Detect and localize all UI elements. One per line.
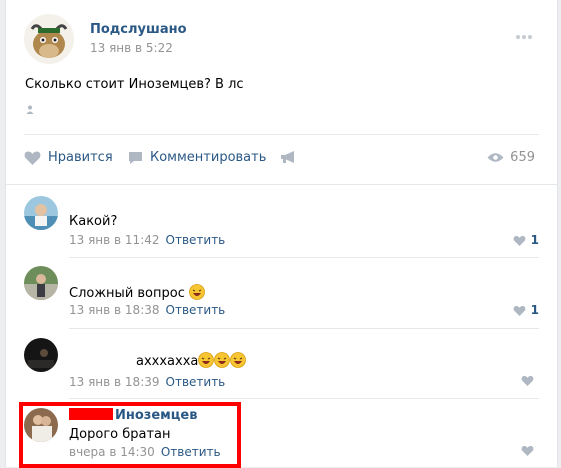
- comment-avatar[interactable]: [24, 266, 58, 300]
- comment-like-button[interactable]: 1: [513, 233, 539, 247]
- laughing-emoji-icon: [198, 352, 215, 368]
- comment-item: ахххахха 13 янв в 18:39 Ответить: [24, 338, 539, 390]
- comment-meta: 13 янв в 18:38 Ответить: [69, 303, 225, 317]
- comment-icon: [129, 151, 142, 164]
- comment-date[interactable]: 13 янв в 11:42: [69, 233, 160, 247]
- heart-icon: [521, 376, 534, 386]
- comment-meta: 13 янв в 11:42 Ответить: [69, 233, 225, 247]
- eye-icon: [487, 153, 504, 162]
- comment-text: Сложный вопрос: [69, 286, 185, 301]
- comment-avatar[interactable]: [24, 196, 58, 230]
- share-button[interactable]: [280, 150, 304, 164]
- laughing-emoji-icon: [214, 352, 231, 368]
- divider: [24, 134, 539, 135]
- like-label: Нравится: [48, 150, 113, 165]
- comment-text: Какой?: [69, 214, 118, 229]
- user-icon: [26, 103, 34, 118]
- post-author[interactable]: Подслушано: [90, 22, 187, 37]
- comment-item: Какой? 13 янв в 11:42 Ответить 1: [24, 196, 539, 248]
- highlight-frame: [19, 402, 241, 468]
- heart-icon: [513, 305, 525, 316]
- reply-button[interactable]: Ответить: [166, 303, 226, 317]
- heart-icon: [24, 151, 41, 165]
- views-counter: 659: [487, 150, 535, 165]
- comment-like-button[interactable]: [521, 375, 539, 386]
- comment-item: Сложный вопрос 13 янв в 18:38 Ответить 1: [24, 266, 539, 318]
- comment-like-button[interactable]: 1: [513, 303, 539, 317]
- community-avatar[interactable]: [24, 14, 74, 64]
- divider: [69, 398, 539, 399]
- post-date[interactable]: 13 янв в 5:22: [90, 41, 173, 55]
- views-count: 659: [510, 150, 535, 165]
- divider: [69, 257, 539, 258]
- heart-icon: [521, 446, 534, 456]
- comment-avatar[interactable]: [24, 338, 58, 372]
- comment-like-count: 1: [530, 233, 539, 247]
- comment-text-line: Сложный вопрос: [69, 284, 205, 301]
- divider: [69, 328, 539, 329]
- post-actions: Нравится Комментировать 659: [24, 148, 539, 168]
- like-button[interactable]: Нравится: [24, 150, 113, 165]
- megaphone-icon: [281, 151, 294, 163]
- post-card: Подслушано 13 янв в 5:22 Сколько стоит И…: [5, 0, 558, 467]
- comment-date[interactable]: 13 янв в 18:38: [69, 303, 160, 317]
- laughing-emoji-icon: [230, 352, 247, 368]
- comment-like-button[interactable]: [521, 445, 539, 456]
- more-options-icon[interactable]: [516, 28, 536, 39]
- reply-button[interactable]: Ответить: [166, 375, 226, 389]
- comment-button[interactable]: Комментировать: [128, 150, 266, 165]
- heart-icon: [513, 235, 525, 246]
- comment-meta: 13 янв в 18:39 Ответить: [69, 375, 225, 389]
- comment-date[interactable]: 13 янв в 18:39: [69, 375, 160, 389]
- post-text: Сколько стоит Иноземцев? В лс: [25, 77, 244, 92]
- comment-like-count: 1: [530, 303, 539, 317]
- reply-button[interactable]: Ответить: [166, 233, 226, 247]
- comment-label: Комментировать: [150, 150, 267, 165]
- comment-text: ахххахха: [136, 354, 199, 369]
- comment-text-line: ахххахха: [136, 352, 247, 369]
- comments-divider: [6, 184, 557, 185]
- laughing-emoji-icon: [189, 284, 205, 300]
